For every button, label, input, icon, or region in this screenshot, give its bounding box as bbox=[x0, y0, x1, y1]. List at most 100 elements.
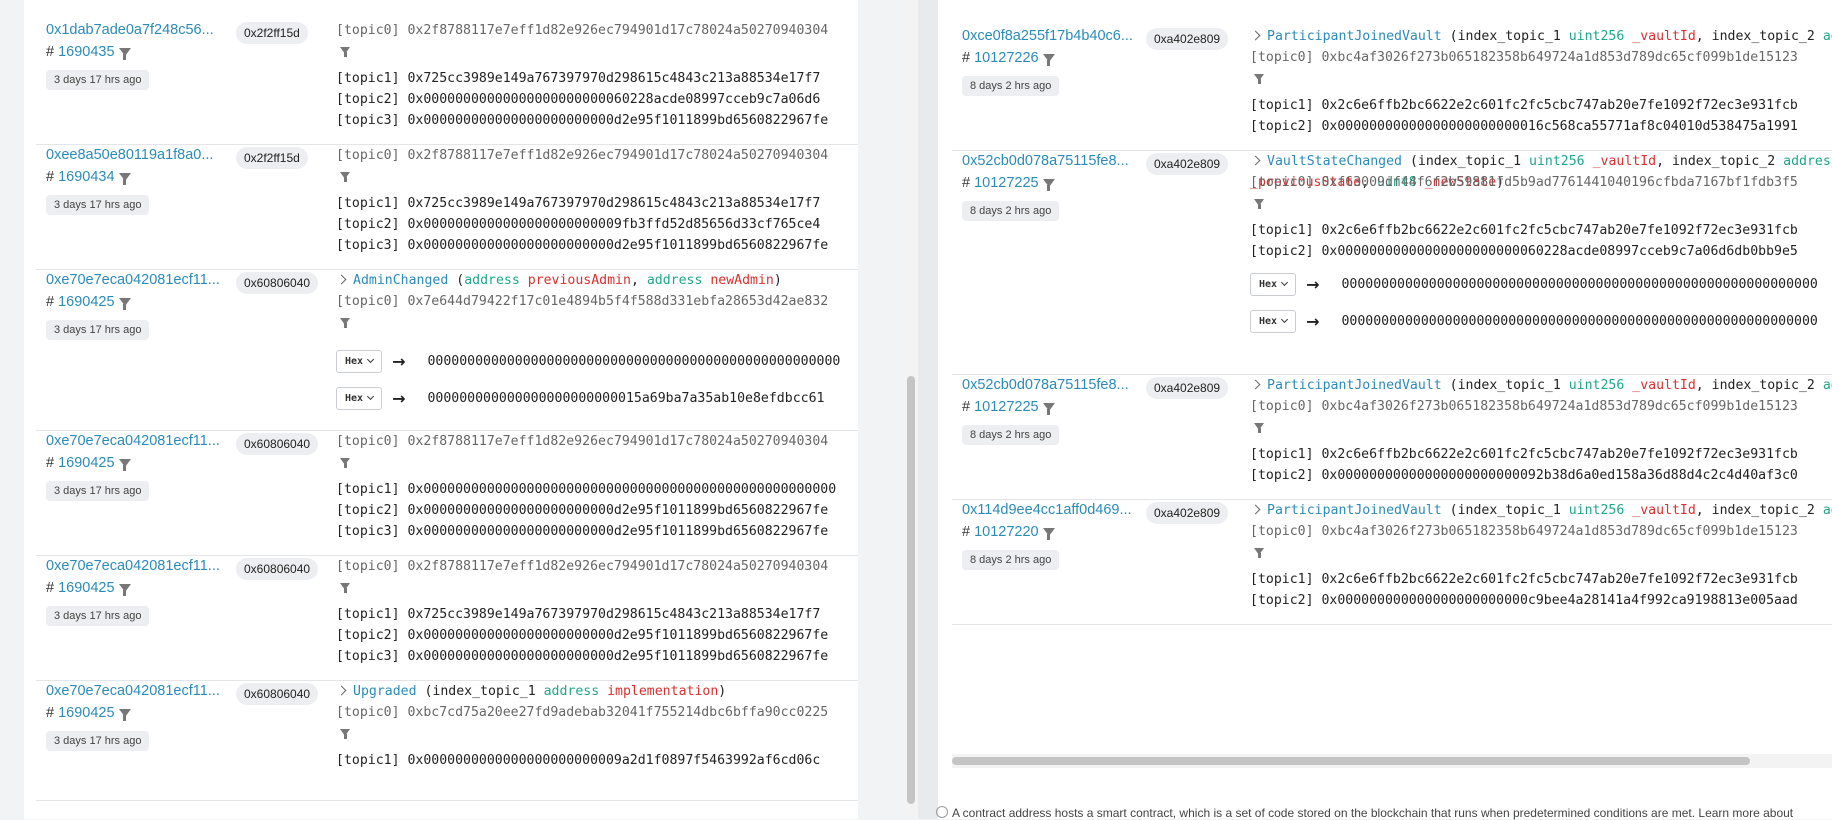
topic-line: [topic2] 0x00000000000000000000000092b38… bbox=[1250, 468, 1798, 483]
block-number-link[interactable]: 10127225 bbox=[974, 175, 1039, 191]
age-badge: 3 days 17 hrs ago bbox=[46, 195, 150, 215]
filter-icon[interactable] bbox=[118, 584, 131, 597]
tx-hash-link[interactable]: 0xce0f8a255f17b4b40c6... bbox=[962, 28, 1133, 44]
horizontal-scrollbar-thumb[interactable] bbox=[952, 757, 1750, 765]
tx-hash-link[interactable]: 0xe70e7eca042081ecf11... bbox=[46, 558, 220, 574]
log-row: 0x52cb0d078a75115fe8... # 10127225 8 days … bbox=[952, 151, 1832, 375]
event-signature: Upgraded (index_topic_1 address implemen… bbox=[336, 681, 858, 702]
filter-icon[interactable] bbox=[1254, 548, 1264, 558]
method-badge: 0x2f2ff15d bbox=[236, 147, 308, 169]
filter-icon[interactable] bbox=[1254, 199, 1264, 209]
block-info: # 1690425 bbox=[46, 705, 131, 722]
filter-icon[interactable] bbox=[340, 729, 350, 739]
topic-line: [topic3] 0x000000000000000000000000d2e95… bbox=[336, 524, 829, 539]
topic-line: [topic3] 0x000000000000000000000000d2e95… bbox=[336, 238, 829, 253]
block-number-link[interactable]: 1690425 bbox=[58, 580, 114, 596]
topic-line: [topic2] 0x000000000000000000000000d2e95… bbox=[336, 503, 829, 518]
block-number-link[interactable]: 10127220 bbox=[974, 524, 1039, 540]
method-badge: 0x60806040 bbox=[236, 433, 319, 455]
vertical-scrollbar[interactable] bbox=[904, 0, 918, 819]
tx-hash-link[interactable]: 0xee8a50e80119a1f8a0... bbox=[46, 147, 213, 163]
event-params: (index_topic_1 address implementation) bbox=[424, 684, 727, 699]
event-name: AdminChanged bbox=[353, 273, 449, 288]
method-badge: 0x60806040 bbox=[236, 272, 319, 294]
log-details: VaultStateChanged (index_topic_1 uint256… bbox=[1250, 151, 1832, 340]
filter-icon[interactable] bbox=[1042, 403, 1055, 416]
filter-icon[interactable] bbox=[1042, 179, 1055, 192]
topic-line: [topic0] 0x2f8788117e7eff1d82e926ec79490… bbox=[336, 23, 829, 38]
tx-hash-link[interactable]: 0x114d9ee4cc1aff0d469... bbox=[962, 502, 1132, 518]
tx-hash-link[interactable]: 0xe70e7eca042081ecf11... bbox=[46, 272, 220, 288]
block-number-link[interactable]: 10127226 bbox=[974, 50, 1039, 66]
block-info: # 1690435 bbox=[46, 44, 131, 61]
log-row: 0xce0f8a255f17b4b40c6... # 10127226 8 days… bbox=[952, 26, 1832, 151]
format-select[interactable]: Hex bbox=[1250, 273, 1297, 296]
age-badge: 3 days 17 hrs ago bbox=[46, 70, 150, 90]
filter-icon[interactable] bbox=[118, 709, 131, 722]
topic-line: [topic0] 0x7e644d79422f17c01e4894b5f4f58… bbox=[336, 294, 829, 309]
event-name: ParticipantJoinedVault bbox=[1267, 503, 1442, 518]
block-number-link[interactable]: 1690425 bbox=[58, 294, 114, 310]
topic-line: [topic1] 0x2c6e6ffb2bc6622e2c601fc2fc5cb… bbox=[1250, 572, 1798, 587]
chevron-right-icon[interactable] bbox=[1250, 30, 1261, 41]
tx-hash-link[interactable]: 0x1dab7ade0a7f248c56... bbox=[46, 22, 214, 38]
topic-line: [topic1] 0x725cc3989e149a767397970d29861… bbox=[336, 71, 821, 86]
format-select[interactable]: Hex bbox=[1250, 310, 1297, 333]
filter-icon[interactable] bbox=[118, 173, 131, 186]
arrow-right-icon: → bbox=[392, 352, 406, 371]
tx-hash-link[interactable]: 0xe70e7eca042081ecf11... bbox=[46, 683, 220, 699]
block-number-link[interactable]: 1690425 bbox=[58, 705, 114, 721]
block-number-link[interactable]: 1690425 bbox=[58, 455, 114, 471]
chevron-right-icon[interactable] bbox=[1250, 155, 1261, 166]
format-select[interactable]: Hex bbox=[336, 387, 383, 410]
age-badge: 3 days 17 hrs ago bbox=[46, 731, 150, 751]
chevron-down-icon bbox=[367, 355, 375, 364]
filter-icon[interactable] bbox=[1042, 528, 1055, 541]
info-footer: A contract address hosts a smart contrac… bbox=[936, 806, 1793, 820]
vertical-scrollbar-thumb[interactable] bbox=[907, 376, 915, 804]
tx-hash-link[interactable]: 0x52cb0d078a75115fe8... bbox=[962, 153, 1129, 169]
event-params: (address previousAdmin, address newAdmin… bbox=[456, 273, 782, 288]
log-row: 0x52cb0d078a75115fe8... # 10127225 8 days … bbox=[952, 375, 1832, 500]
filter-icon[interactable] bbox=[118, 459, 131, 472]
block-number-link[interactable]: 1690435 bbox=[58, 44, 114, 60]
event-params: (index_topic_1 uint256 _vaultId, index_t… bbox=[1449, 29, 1832, 44]
format-select[interactable]: Hex bbox=[336, 350, 383, 373]
age-badge: 3 days 17 hrs ago bbox=[46, 481, 150, 501]
horizontal-scrollbar[interactable] bbox=[952, 754, 1832, 768]
tx-hash-link[interactable]: 0xe70e7eca042081ecf11... bbox=[46, 433, 220, 449]
block-number-link[interactable]: 1690434 bbox=[58, 169, 114, 185]
pane-divider bbox=[918, 0, 938, 819]
filter-icon[interactable] bbox=[118, 48, 131, 61]
filter-icon[interactable] bbox=[1254, 423, 1264, 433]
log-details: [topic0] 0x2f8788117e7eff1d82e926ec79490… bbox=[336, 20, 858, 131]
topic-line: [topic1] 0x2c6e6ffb2bc6622e2c601fc2fc5cb… bbox=[1250, 447, 1798, 462]
block-info: # 10127220 bbox=[962, 524, 1055, 541]
block-info: # 10127226 bbox=[962, 50, 1055, 67]
filter-icon[interactable] bbox=[340, 458, 350, 468]
footer-text: A contract address hosts a smart contrac… bbox=[952, 806, 1794, 820]
method-badge: 0xa402e809 bbox=[1146, 377, 1229, 399]
log-row: 0xe70e7eca042081ecf11... # 1690425 3 days … bbox=[36, 681, 858, 801]
filter-icon[interactable] bbox=[340, 172, 350, 182]
filter-icon[interactable] bbox=[118, 298, 131, 311]
topic-line: [topic2] 0x0000000000000000000000009fb3f… bbox=[336, 217, 821, 232]
tx-hash-link[interactable]: 0x52cb0d078a75115fe8... bbox=[962, 377, 1129, 393]
filter-icon[interactable] bbox=[1254, 74, 1264, 84]
topic-line: [topic0] 0xbc4af3026f273b065182358b64972… bbox=[1250, 524, 1798, 539]
chevron-right-icon[interactable] bbox=[1250, 504, 1261, 515]
block-number-link[interactable]: 10127225 bbox=[974, 399, 1039, 415]
filter-icon[interactable] bbox=[340, 47, 350, 57]
filter-icon[interactable] bbox=[340, 583, 350, 593]
filter-icon[interactable] bbox=[1042, 54, 1055, 67]
method-badge: 0x60806040 bbox=[236, 683, 319, 705]
chevron-right-icon[interactable] bbox=[1250, 379, 1261, 390]
data-value: 0000000000000000000000000000000000000000… bbox=[1341, 314, 1818, 329]
event-signature: VaultStateChanged (index_topic_1 uint256… bbox=[1250, 151, 1832, 190]
method-badge: 0x60806040 bbox=[236, 558, 319, 580]
chevron-right-icon[interactable] bbox=[336, 274, 347, 285]
chevron-right-icon[interactable] bbox=[336, 685, 347, 696]
data-value: 000000000000000000000000015a69ba7a35ab10… bbox=[427, 391, 825, 406]
filter-icon[interactable] bbox=[340, 318, 350, 328]
age-badge: 3 days 17 hrs ago bbox=[46, 606, 150, 626]
